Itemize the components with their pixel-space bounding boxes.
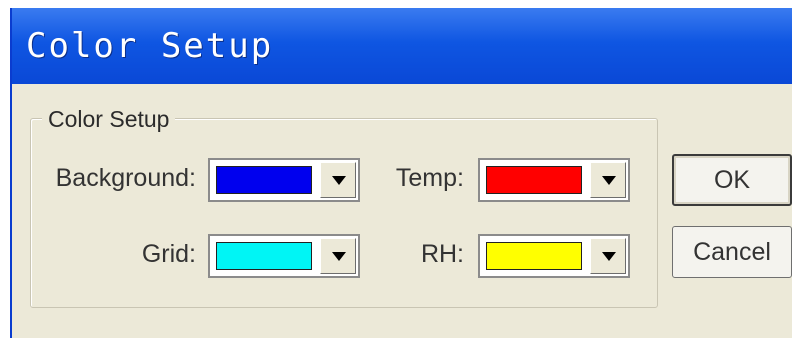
chevron-down-icon (602, 252, 616, 261)
grid-label: Grid: (141, 240, 196, 268)
temp-color-select[interactable] (478, 158, 630, 202)
window-title: Color Setup (26, 26, 274, 66)
color-setup-groupbox (30, 118, 658, 308)
groupbox-label: Color Setup (42, 106, 176, 133)
cancel-button[interactable]: Cancel (672, 226, 792, 278)
title-bar[interactable]: Color Setup (12, 8, 792, 84)
rh-label: RH: (420, 240, 464, 268)
rh-color-select[interactable] (478, 234, 630, 278)
chevron-down-icon (602, 176, 616, 185)
rh-color-swatch (486, 242, 582, 270)
temp-color-swatch (486, 166, 582, 194)
temp-label: Temp: (395, 164, 464, 192)
color-setup-dialog: Color Setup Color Setup Background: Temp… (10, 8, 792, 338)
temp-dropdown-button[interactable] (590, 162, 626, 198)
ok-button[interactable]: OK (672, 154, 792, 206)
background-label: Background: (55, 164, 196, 192)
rh-dropdown-button[interactable] (590, 238, 626, 274)
